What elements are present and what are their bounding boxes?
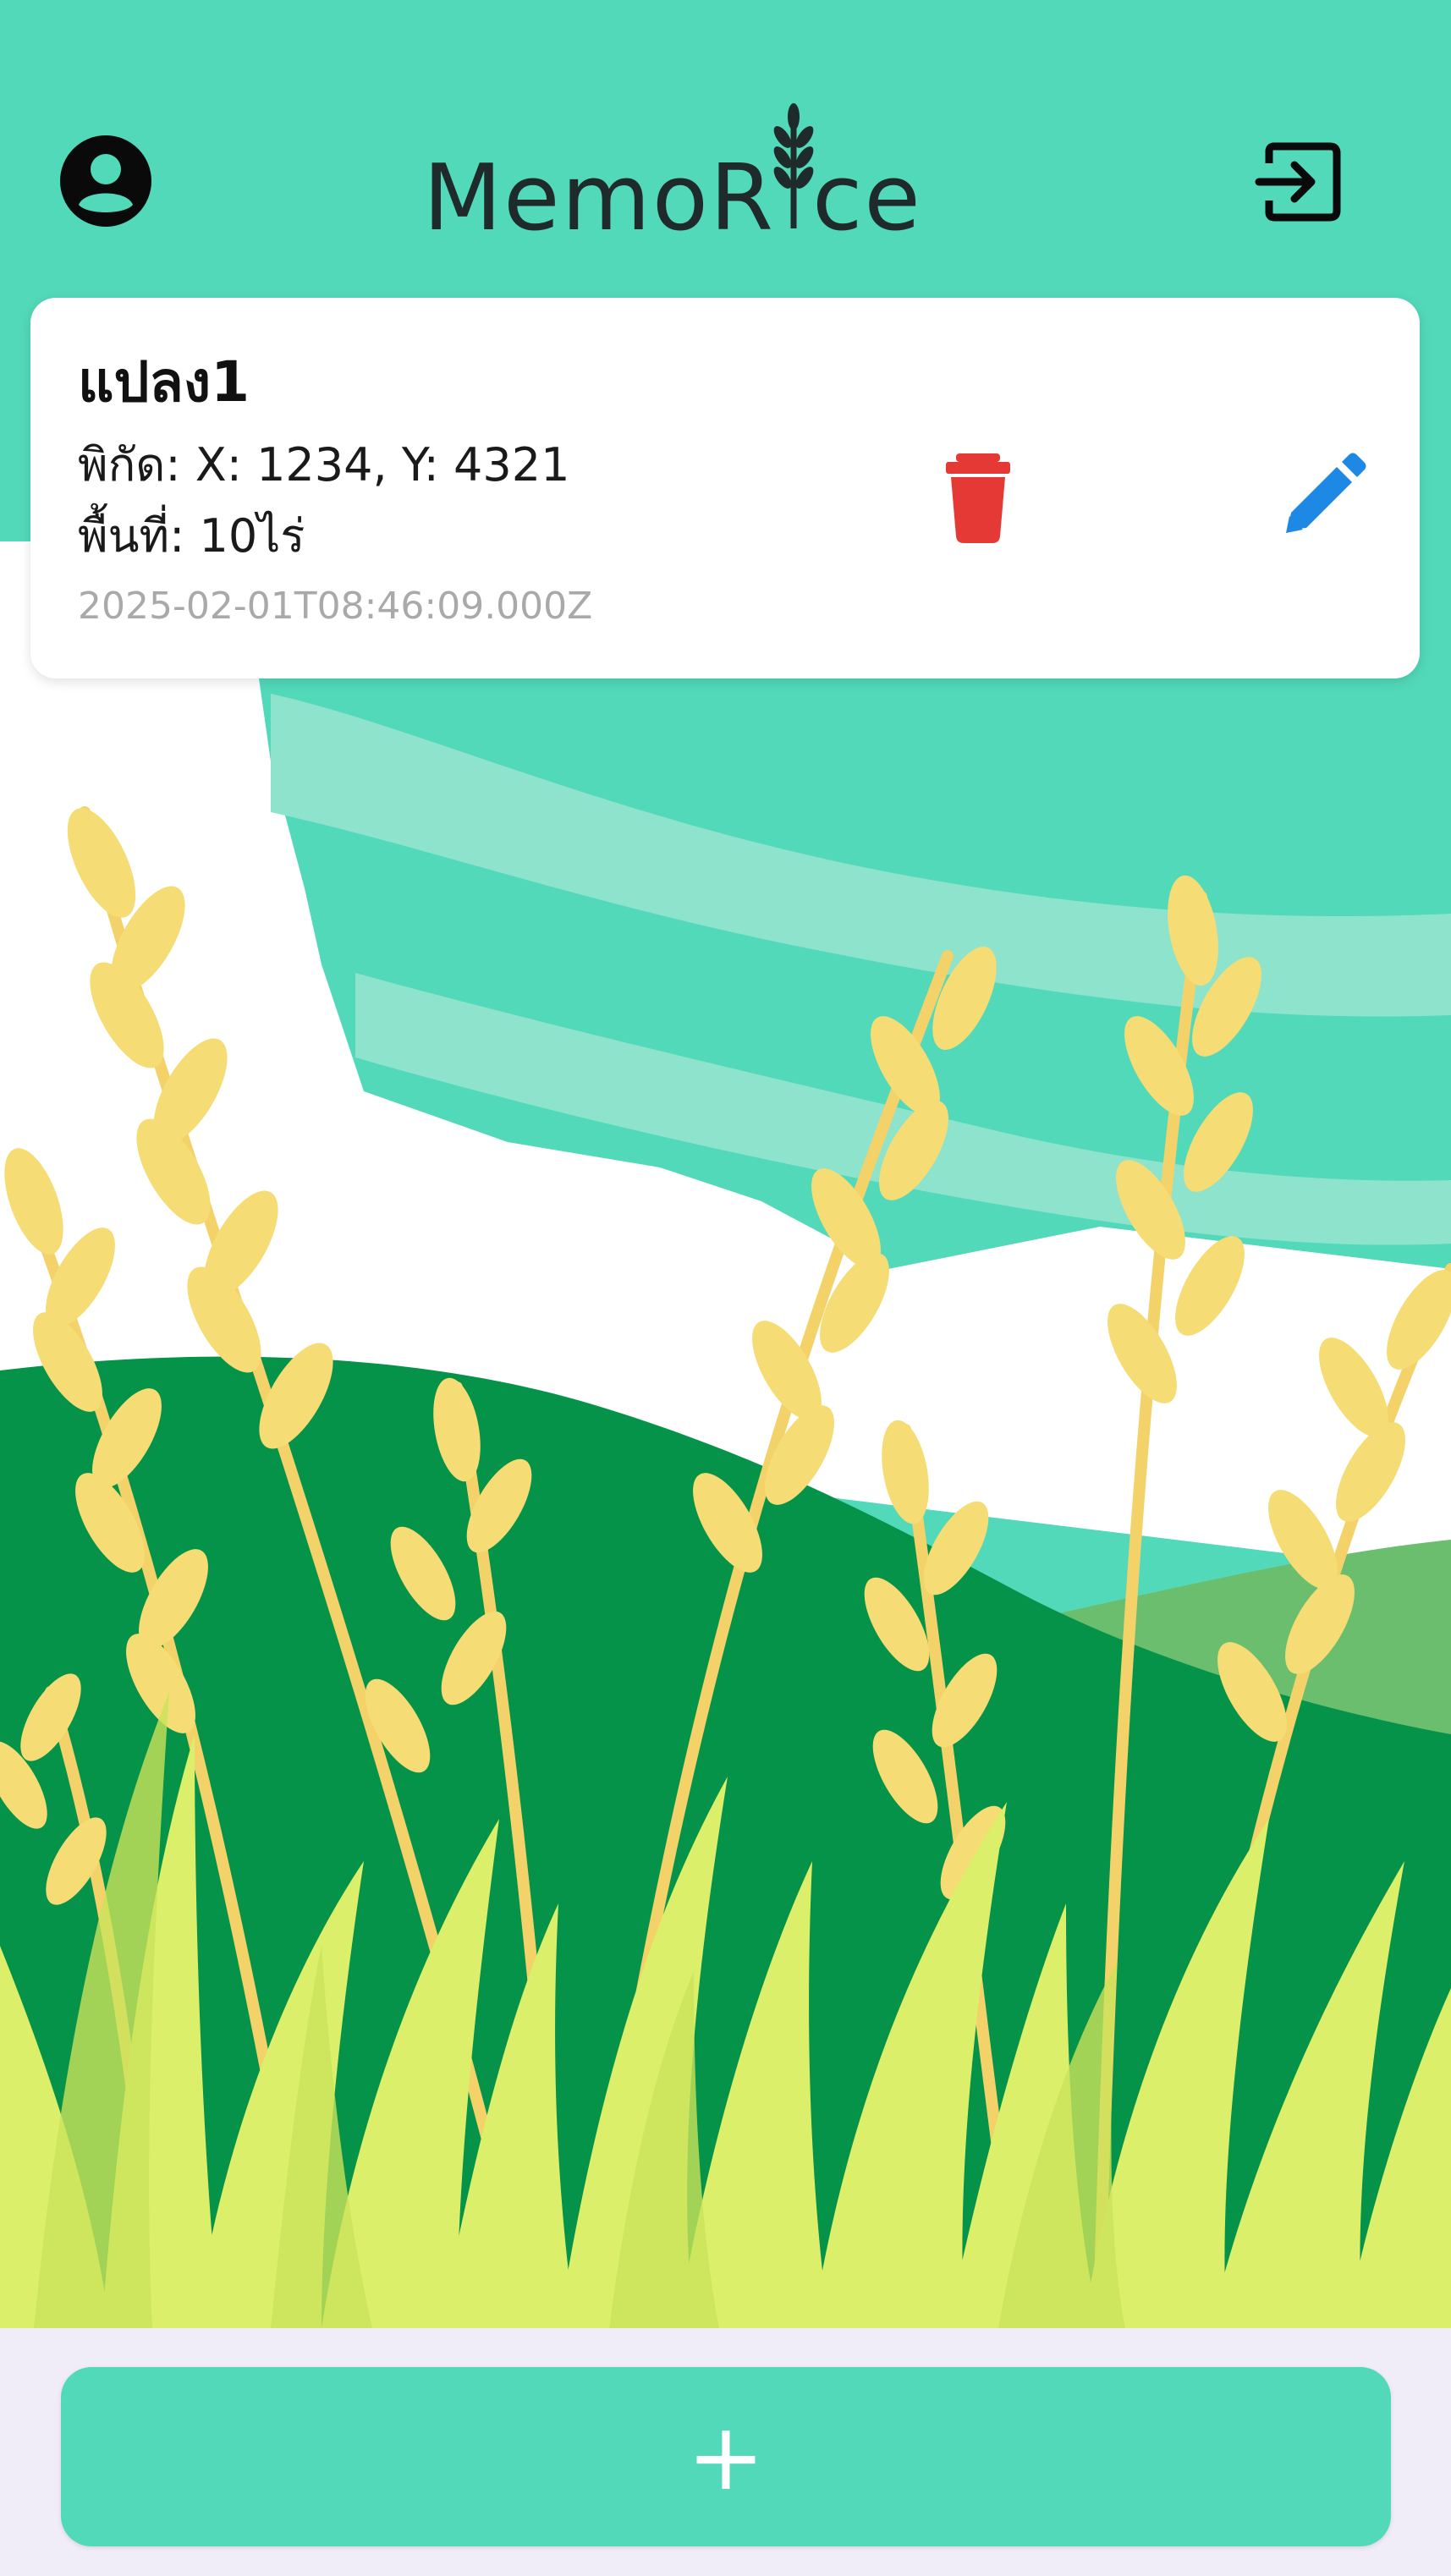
delete-plot-button[interactable] [910,448,1046,550]
pencil-icon [1286,453,1366,533]
app-logo: MemoR ce [423,102,1015,245]
account-circle-icon [60,135,151,227]
logout-icon [1255,142,1341,222]
add-plot-button[interactable]: + [61,2367,1391,2546]
plot-card[interactable]: แปลง1 พิกัด: X: 1234, Y: 4321 พื้นที่: 1… [30,298,1420,678]
plot-name: แปลง1 [78,349,250,415]
app-header: MemoR ce [0,0,1451,288]
profile-button[interactable] [49,134,162,228]
app-title: MemoR ce [423,146,922,251]
rice-stalk-icon [773,103,814,228]
plot-area: พื้นที่: 10ไร่ [78,509,305,563]
logout-button[interactable] [1252,140,1345,224]
trash-icon [946,453,1010,543]
edit-plot-button[interactable] [1249,448,1384,550]
plot-coordinates: พิกัด: X: 1234, Y: 4321 [78,438,570,492]
plot-timestamp: 2025-02-01T08:46:09.000Z [78,585,593,628]
